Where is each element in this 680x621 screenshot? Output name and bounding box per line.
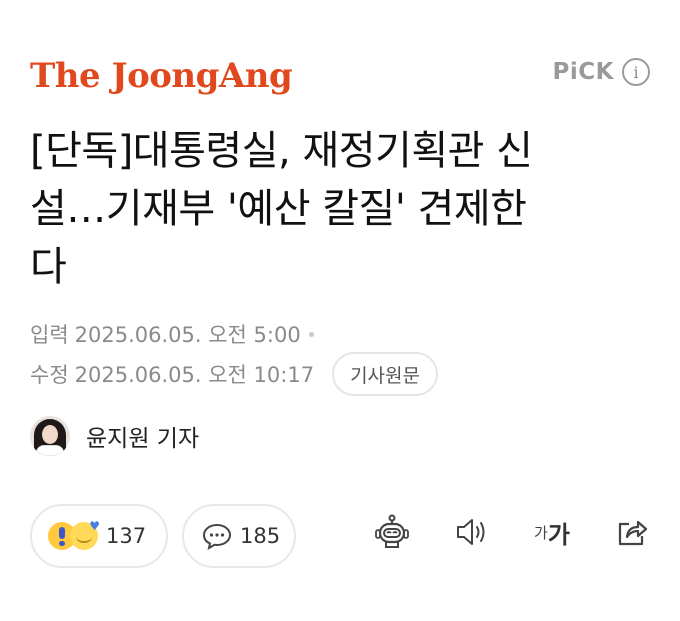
info-icon[interactable]: i bbox=[622, 58, 650, 86]
comment-count: 185 bbox=[240, 524, 281, 548]
reaction-button[interactable]: ♥ 137 bbox=[30, 504, 168, 568]
published-info: 입력 2025.06.05. 오전 5:00 bbox=[30, 319, 314, 349]
share-icon bbox=[618, 520, 648, 546]
reporter[interactable]: 윤지원 기자 bbox=[30, 416, 199, 456]
robot-icon bbox=[375, 514, 409, 548]
listen-button[interactable] bbox=[454, 512, 490, 552]
updated-info: 수정 2025.06.05. 오전 10:17 기사원문 bbox=[30, 352, 438, 396]
published-label: 입력 bbox=[30, 323, 69, 347]
headline-line: [단독]대통령실, 재정기획관 신 bbox=[30, 128, 533, 174]
speaker-icon bbox=[457, 519, 485, 545]
updated-label: 수정 bbox=[30, 363, 69, 387]
separator-dot bbox=[308, 331, 314, 337]
reaction-count: 137 bbox=[106, 524, 147, 548]
published-date: 2025.06.05. 오전 5:00 bbox=[74, 323, 301, 347]
comment-button[interactable]: 185 bbox=[182, 504, 296, 568]
font-size-small-label: 가 bbox=[534, 523, 548, 542]
header: The JoongAng PiCK i bbox=[0, 0, 680, 110]
font-size-button[interactable]: 가가 bbox=[534, 512, 570, 552]
toolbar: 가가 bbox=[330, 512, 650, 552]
font-size-large-label: 가 bbox=[547, 520, 570, 549]
headline-line: 설…기재부 '예산 칼질' 견제한 bbox=[30, 186, 527, 232]
headline-line: 다 bbox=[30, 244, 67, 290]
pick-label: PiCK bbox=[552, 59, 614, 85]
share-button[interactable] bbox=[614, 512, 650, 552]
reporter-name[interactable]: 윤지원 기자 bbox=[86, 419, 199, 453]
headline: [단독]대통령실, 재정기획관 신 설…기재부 '예산 칼질' 견제한 다 bbox=[30, 122, 650, 296]
original-article-button[interactable]: 기사원문 bbox=[332, 352, 438, 396]
comment-icon bbox=[202, 522, 232, 550]
action-bar: ♥ 137 185 가 가 bbox=[30, 504, 650, 568]
brand-logo[interactable]: The JoongAng bbox=[30, 56, 293, 96]
smile-emoji-icon: ♥ bbox=[70, 519, 100, 550]
updated-date: 2025.06.05. 오전 10:17 bbox=[74, 363, 315, 387]
ai-summary-button[interactable] bbox=[374, 512, 410, 552]
pick-badge[interactable]: PiCK i bbox=[553, 58, 650, 86]
avatar[interactable] bbox=[30, 416, 70, 456]
